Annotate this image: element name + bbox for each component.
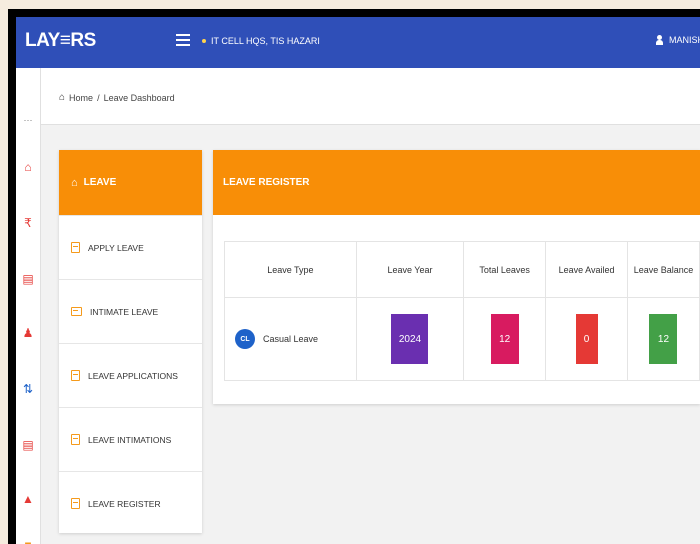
column-header: Total Leaves [463,241,547,298]
org-name: IT CELL HQS, TIS HAZARI [211,36,320,46]
status-dot-icon [202,39,206,43]
menu-item-label: APPLY LEAVE [88,242,144,253]
leave-register-header: LEAVE REGISTER [213,150,700,215]
menu-item-label: LEAVE INTIMATIONS [88,434,172,445]
table-row: CL Casual Leave 2024 12 0 12 [224,297,700,381]
breadcrumb-separator: / [97,92,100,103]
document-icon [71,242,80,253]
column-header: Leave Balance [626,241,700,298]
list-icon[interactable]: ▤ [21,438,35,452]
rupee-icon[interactable]: ₹ [21,216,35,230]
app-window: LAY≡RS IT CELL HQS, TIS HAZARI MANISH ··… [16,17,700,544]
dots-icon[interactable]: ··· [21,113,35,127]
transfer-icon[interactable]: ⇅ [21,382,35,396]
menu-item-label: INTIMATE LEAVE [90,306,159,317]
user-icon [656,35,663,45]
total-leaves-value: 12 [490,314,519,364]
users-icon[interactable]: ♟ [21,326,35,340]
document-icon [71,370,80,381]
user-menu[interactable]: MANISH [656,35,700,45]
column-header: Leave Year [355,241,465,298]
leave-balance-cell: 12 [626,297,700,381]
top-bar: LAY≡RS IT CELL HQS, TIS HAZARI MANISH [16,17,700,68]
user-name: MANISH [669,35,700,45]
leave-menu-title: LEAVE [83,177,117,188]
app-logo[interactable]: LAY≡RS [25,30,96,52]
leave-balance-value: 12 [649,314,678,364]
document-icon [71,434,80,445]
menu-item-label: LEAVE REGISTER [88,498,161,509]
breadcrumb: ⌂ Home / Leave Dashboard [41,68,700,125]
menu-item-label: LEAVE APPLICATIONS [88,370,178,381]
leave-menu: ⌂ LEAVE APPLY LEAVE INTIMATE LEAVE LEAVE… [59,150,202,533]
menu-item-leave-intimations[interactable]: LEAVE INTIMATIONS [59,407,202,471]
table-header-row: Leave Type Leave Year Total Leaves Leave… [224,241,700,298]
breadcrumb-current: Leave Dashboard [103,92,175,103]
envelope-icon [71,307,82,316]
leave-register-panel: LEAVE REGISTER Leave Type Leave Year Tot… [213,150,700,404]
leave-register-table: Leave Type Leave Year Total Leaves Leave… [224,241,700,381]
leave-year-cell: 2024 [355,297,465,381]
home-icon[interactable]: ⌂ [59,92,65,103]
screen-frame: LAY≡RS IT CELL HQS, TIS HAZARI MANISH ··… [8,9,700,544]
column-header: Leave Type [224,241,357,298]
org-label: IT CELL HQS, TIS HAZARI [202,36,320,46]
total-leaves-cell: 12 [463,297,547,381]
leave-year-value: 2024 [391,314,429,364]
leave-type-badge: CL [235,329,255,349]
leave-availed-value: 0 [575,314,598,364]
leave-menu-header: ⌂ LEAVE [59,150,202,215]
leave-availed-cell: 0 [545,297,628,381]
leave-register-title: LEAVE REGISTER [223,177,310,188]
leave-type-cell: CL Casual Leave [224,297,357,381]
folder-icon[interactable]: ■ [21,538,35,544]
menu-item-intimate-leave[interactable]: INTIMATE LEAVE [59,279,202,343]
leave-type-name: Casual Leave [263,334,319,344]
leave-home-icon: ⌂ [71,176,78,189]
menu-item-leave-register[interactable]: LEAVE REGISTER [59,471,202,535]
calendar-icon[interactable]: ▤ [21,272,35,286]
side-icon-rail: ··· ⌂ ₹ ▤ ♟ ⇅ ▤ ▲ ■ [16,68,41,544]
document-icon [71,498,80,509]
bank-icon[interactable]: ▲ [21,492,35,506]
column-header: Leave Availed [545,241,628,298]
menu-item-apply-leave[interactable]: APPLY LEAVE [59,215,202,279]
home-icon[interactable]: ⌂ [21,160,35,174]
menu-item-leave-applications[interactable]: LEAVE APPLICATIONS [59,343,202,407]
breadcrumb-home[interactable]: Home [69,93,93,103]
menu-toggle-button[interactable] [176,31,190,47]
